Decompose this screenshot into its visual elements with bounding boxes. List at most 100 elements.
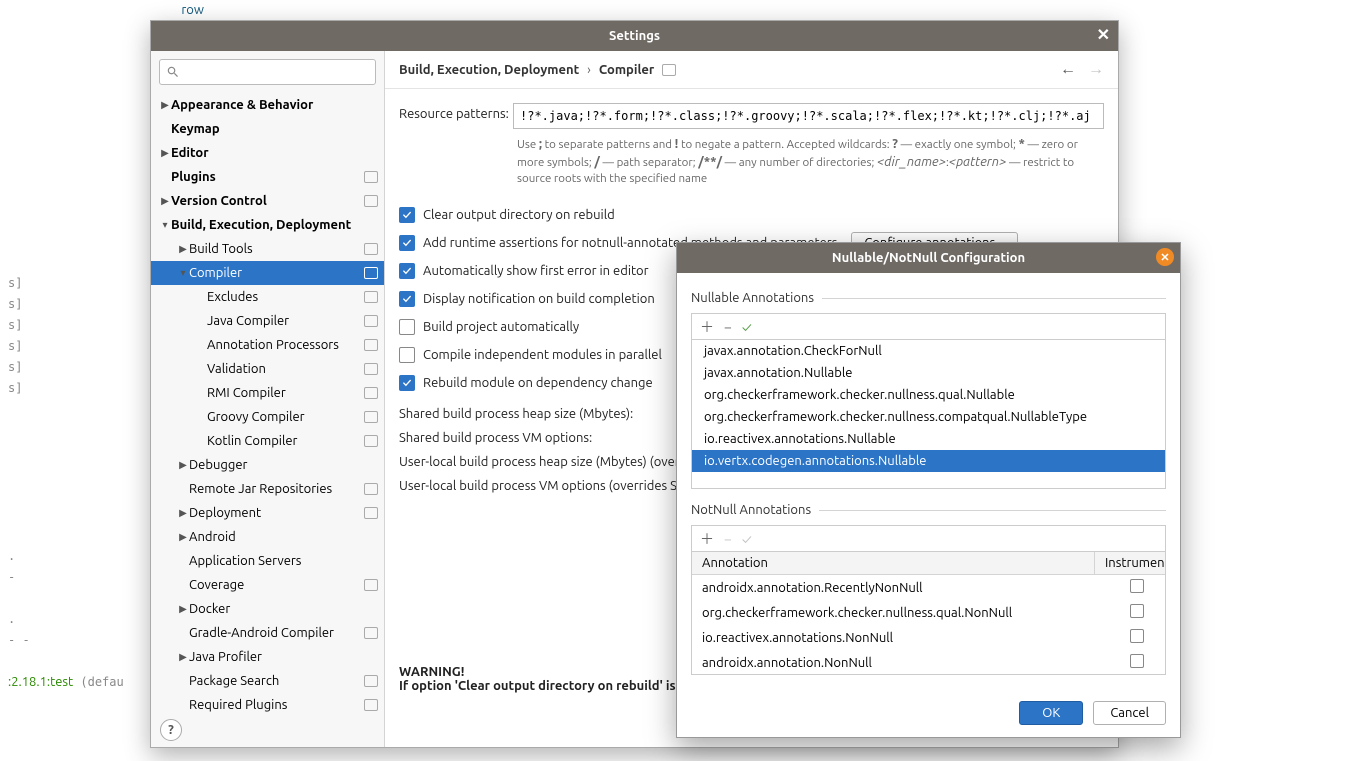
tree-item-label: Keymap bbox=[171, 122, 378, 136]
tree-item[interactable]: Validation bbox=[151, 357, 384, 381]
tree-item[interactable]: Remote Jar Repositories bbox=[151, 477, 384, 501]
tree-item[interactable]: ▶Docker bbox=[151, 597, 384, 621]
breadcrumb-a[interactable]: Build, Execution, Deployment bbox=[399, 63, 579, 77]
list-item[interactable]: org.checkerframework.checker.nullness.qu… bbox=[692, 384, 1165, 406]
checkbox-label: Clear output directory on rebuild bbox=[423, 208, 615, 222]
tree-item[interactable]: ▶Appearance & Behavior bbox=[151, 93, 384, 117]
resource-patterns-input[interactable] bbox=[513, 103, 1104, 129]
tree-item[interactable]: Annotation Processors bbox=[151, 333, 384, 357]
checkbox-label: Build project automatically bbox=[423, 320, 579, 334]
tree-item[interactable]: ▶Java Profiler bbox=[151, 645, 384, 669]
close-icon[interactable]: ✕ bbox=[1097, 25, 1110, 44]
tree-item-label: Build Tools bbox=[189, 242, 364, 256]
breadcrumb-b: Compiler bbox=[599, 63, 654, 77]
table-row[interactable]: io.reactivex.annotations.NonNull bbox=[692, 625, 1166, 650]
tree-item[interactable]: RMI Compiler bbox=[151, 381, 384, 405]
cancel-button[interactable]: Cancel bbox=[1093, 701, 1166, 725]
col-annotation[interactable]: Annotation bbox=[692, 552, 1094, 575]
tree-item[interactable]: Groovy Compiler bbox=[151, 405, 384, 429]
tree-item-label: Excludes bbox=[207, 290, 364, 304]
checkbox[interactable] bbox=[399, 263, 415, 279]
scope-badge-icon bbox=[364, 291, 378, 303]
list-item[interactable]: org.checkerframework.checker.nullness.co… bbox=[692, 406, 1165, 428]
remove-icon[interactable]: − bbox=[724, 319, 732, 335]
nullable-list[interactable]: javax.annotation.CheckForNulljavax.annot… bbox=[691, 339, 1166, 489]
checkbox[interactable] bbox=[399, 235, 415, 251]
list-item[interactable]: io.reactivex.annotations.Nullable bbox=[692, 428, 1165, 450]
chevron-icon: ▶ bbox=[177, 603, 189, 615]
tree-item[interactable]: Plugins bbox=[151, 165, 384, 189]
tree-item-label: Groovy Compiler bbox=[207, 410, 364, 424]
table-row[interactable]: androidx.annotation.NonNull bbox=[692, 650, 1166, 675]
scope-badge-icon bbox=[364, 171, 378, 183]
notnull-table[interactable]: Annotation Instrument androidx.annotatio… bbox=[691, 551, 1166, 675]
checkbox[interactable] bbox=[399, 347, 415, 363]
tree-item[interactable]: ▶Android bbox=[151, 525, 384, 549]
tree-item[interactable]: ▶Deployment bbox=[151, 501, 384, 525]
tree-item-label: Java Profiler bbox=[189, 650, 378, 664]
tree-item[interactable]: Application Servers bbox=[151, 549, 384, 573]
tree-item-label: Deployment bbox=[189, 506, 364, 520]
scope-badge-icon bbox=[364, 387, 378, 399]
tree-item[interactable]: ▶Version Control bbox=[151, 189, 384, 213]
settings-tree[interactable]: ▶Appearance & BehaviorKeymap▶EditorPlugi… bbox=[151, 93, 384, 747]
tree-item-label: Java Compiler bbox=[207, 314, 364, 328]
tree-item[interactable]: Excludes bbox=[151, 285, 384, 309]
tree-item[interactable]: Gradle-Android Compiler bbox=[151, 621, 384, 645]
tree-item[interactable]: Required Plugins bbox=[151, 693, 384, 717]
instrument-checkbox[interactable] bbox=[1130, 654, 1144, 668]
nullable-section-title: Nullable Annotations bbox=[691, 291, 1166, 305]
remove-icon: − bbox=[724, 531, 732, 547]
list-item[interactable]: javax.annotation.CheckForNull bbox=[692, 340, 1165, 362]
warning-title: WARNING! bbox=[399, 665, 464, 679]
ok-button[interactable]: OK bbox=[1019, 701, 1083, 725]
checkbox[interactable] bbox=[399, 319, 415, 335]
add-icon[interactable]: ＋ bbox=[700, 317, 714, 337]
tree-item[interactable]: ▶Debugger bbox=[151, 453, 384, 477]
help-icon[interactable]: ? bbox=[160, 719, 182, 741]
col-instrument[interactable]: Instrument bbox=[1094, 552, 1166, 575]
checkbox[interactable] bbox=[399, 207, 415, 223]
settings-titlebar[interactable]: Settings ✕ bbox=[151, 21, 1118, 51]
instrument-checkbox[interactable] bbox=[1130, 604, 1144, 618]
tree-item-label: Kotlin Compiler bbox=[207, 434, 364, 448]
nav-forward-icon: → bbox=[1088, 60, 1104, 79]
tree-item-label: Coverage bbox=[189, 578, 364, 592]
notnull-toolbar: ＋ − ✓ bbox=[691, 525, 1166, 551]
tree-item[interactable]: ▶Editor bbox=[151, 141, 384, 165]
tree-item[interactable]: ▾Compiler bbox=[151, 261, 384, 285]
table-row[interactable]: org.checkerframework.checker.nullness.qu… bbox=[692, 600, 1166, 625]
tree-item-label: Docker bbox=[189, 602, 378, 616]
annotation-cell: androidx.annotation.RecentlyNonNull bbox=[692, 575, 1094, 601]
checkbox[interactable] bbox=[399, 291, 415, 307]
instrument-checkbox[interactable] bbox=[1130, 579, 1144, 593]
checkbox[interactable] bbox=[399, 375, 415, 391]
tree-item[interactable]: ▶Build Tools bbox=[151, 237, 384, 261]
settings-search-input[interactable] bbox=[184, 66, 369, 79]
resource-patterns-hint: Use ; to separate patterns and ! to nega… bbox=[517, 135, 1104, 187]
tree-item[interactable]: Package Search bbox=[151, 669, 384, 693]
nav-back-icon[interactable]: ← bbox=[1060, 60, 1076, 79]
tree-item[interactable]: ▾Build, Execution, Deployment bbox=[151, 213, 384, 237]
instrument-checkbox[interactable] bbox=[1130, 629, 1144, 643]
list-item[interactable]: io.vertx.codegen.annotations.Nullable bbox=[692, 450, 1165, 472]
nullable-title: Nullable/NotNull Configuration bbox=[832, 251, 1025, 265]
scope-badge-icon bbox=[364, 699, 378, 711]
settings-search[interactable] bbox=[159, 59, 376, 85]
chevron-icon: ▶ bbox=[159, 195, 171, 207]
nullable-titlebar[interactable]: Nullable/NotNull Configuration ✕ bbox=[677, 243, 1180, 273]
tree-item[interactable]: Coverage bbox=[151, 573, 384, 597]
add-icon[interactable]: ＋ bbox=[700, 529, 714, 549]
table-row[interactable]: androidx.annotation.RecentlyNonNull bbox=[692, 575, 1166, 601]
chevron-icon: ▾ bbox=[177, 267, 189, 279]
tree-item-label: Application Servers bbox=[189, 554, 378, 568]
close-icon[interactable]: ✕ bbox=[1156, 248, 1174, 266]
tree-item-label: RMI Compiler bbox=[207, 386, 364, 400]
tree-item[interactable]: Kotlin Compiler bbox=[151, 429, 384, 453]
tree-item[interactable]: Keymap bbox=[151, 117, 384, 141]
scope-badge-icon bbox=[364, 339, 378, 351]
check-icon[interactable]: ✓ bbox=[742, 319, 752, 335]
tree-item-label: Editor bbox=[171, 146, 378, 160]
tree-item[interactable]: Java Compiler bbox=[151, 309, 384, 333]
list-item[interactable]: javax.annotation.Nullable bbox=[692, 362, 1165, 384]
